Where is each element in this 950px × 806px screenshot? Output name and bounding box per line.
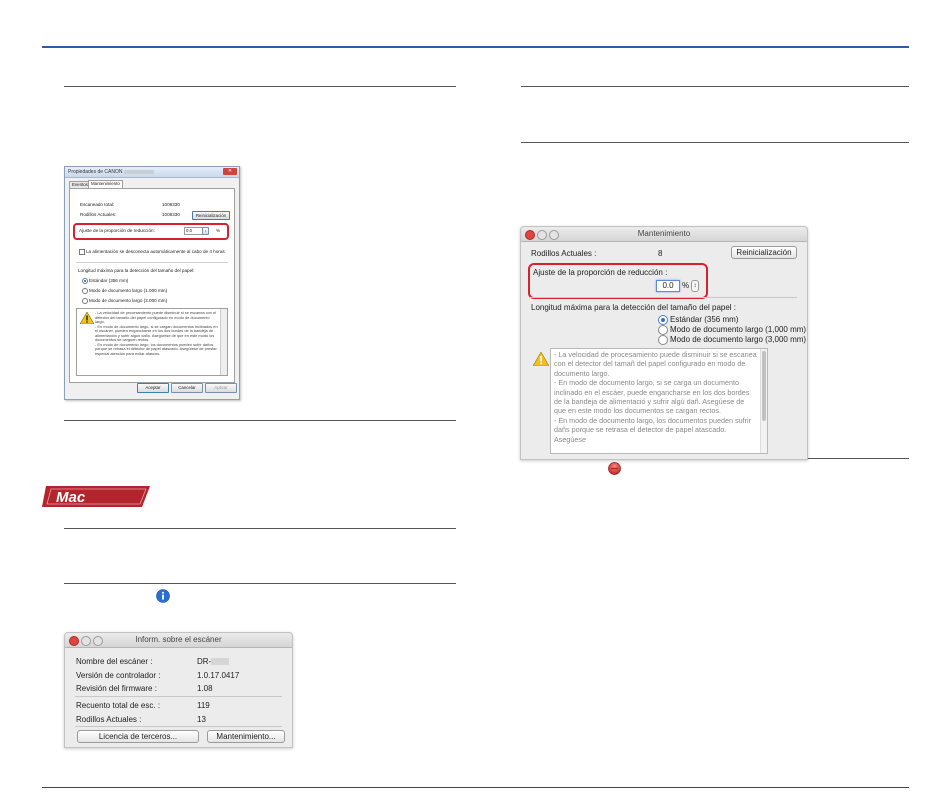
rollers-label: Rodillos Actuales : [531,249,597,258]
info-label: Versión de controlador : [76,671,161,680]
warning-icon [533,352,549,366]
info-label: Recuento total de esc. : [76,701,161,710]
divider [521,142,909,143]
info-value: 1.08 [197,684,213,693]
rollers-value: 1008330 [162,212,180,217]
info-value: 13 [197,715,206,724]
power-off-checkbox[interactable] [79,249,85,255]
stepper-icon[interactable]: ↕ [691,280,699,292]
note-box: - La velocidad de procesamiento puede di… [76,308,228,376]
total-scans-label: Escaneado total: [80,202,115,207]
reset-button[interactable]: Reinicialización [192,211,230,220]
info-icon [156,589,170,603]
header-rule [42,46,909,48]
power-off-label: La alimentación se desconecta automática… [86,249,225,254]
dialog-titlebar: Propiedades de CANON ✕ [65,167,239,178]
radio-long-1000-label: Modo de documento largo (1.000 mm) [89,288,168,293]
total-scans-value: 1008330 [162,202,180,207]
radio-long-3000-label: Modo de documento largo (3,000 mm) [670,335,807,344]
info-label: Rodillos Actuales : [76,715,142,724]
reduction-label: Ajuste de la proporción de reducción: [79,228,155,233]
radio-standard-label: Estándar (356 mm) [670,315,739,324]
divider [76,262,228,263]
window-title: Mantenimiento [637,229,691,238]
divider [75,696,282,697]
license-button[interactable]: Licencia de terceros... [77,730,199,743]
reduction-input[interactable]: 0.0 [656,280,680,292]
maintenance-panel: Escaneado total: 1008330 Rodillos Actual… [69,188,235,383]
windows-properties-dialog: Propiedades de CANON ✕ Eventos Mantenimi… [64,166,240,400]
reduction-label: Ajuste de la proporción de reducción : [533,268,668,277]
mac-badge: Mac [42,486,150,507]
cancel-button[interactable]: Cancelar [171,383,203,393]
note-text: - La velocidad de procesamiento puede di… [554,350,757,444]
window-titlebar: Inform. sobre el escáner [65,633,292,648]
mac-maintenance-window: Mantenimiento Rodillos Actuales : 8 Rein… [520,226,808,460]
radio-standard[interactable] [658,315,668,325]
info-label: Revisión del firmware : [76,684,157,693]
divider [521,86,909,87]
reduction-unit: % [682,281,690,290]
note-text: - La velocidad de procesamiento puede di… [95,310,218,356]
accept-button[interactable]: Aceptar [137,383,169,393]
divider [64,420,456,421]
dialog-title: Propiedades de CANON [68,169,155,175]
divider [75,726,282,727]
apply-button[interactable]: Aplicar [205,383,237,393]
info-label: Nombre del escáner : [76,657,153,666]
scrollbar[interactable] [220,309,227,375]
divider [64,583,456,584]
length-label: Longitud máxima para la detección del ta… [78,268,195,273]
radio-long-3000[interactable] [658,335,668,345]
scrollbar[interactable] [760,349,767,453]
footer-rule [42,787,909,788]
info-value: 1.0.17.0417 [197,671,240,680]
reduction-unit: % [216,228,221,233]
info-value: DR- [197,657,230,666]
stepper-icon[interactable]: ↕ [202,227,209,235]
mac-scanner-info-window: Inform. sobre el escáner Nombre del escá… [64,632,293,748]
info-value: 119 [197,701,210,710]
note-box: - La velocidad de procesamiento puede di… [550,348,768,454]
window-title: Inform. sobre el escáner [135,635,222,644]
reduction-input[interactable]: 0.0 [184,227,203,235]
radio-long-3000-label: Modo de documento largo (3.000 mm) [89,298,168,303]
divider [529,297,797,298]
reset-button[interactable]: Reinicialización [731,246,797,259]
radio-long-1000[interactable] [82,288,88,294]
close-icon[interactable]: ✕ [223,168,237,175]
radio-long-1000-label: Modo de documento largo (1,000 mm) [670,325,807,334]
radio-standard-label: Estándar (356 mm) [89,278,129,283]
radio-long-3000[interactable] [82,298,88,304]
red-close-button-icon [608,462,621,475]
mac-badge-label: Mac [56,489,86,506]
length-label: Longitud máxima para la detección del ta… [531,303,737,312]
maintenance-button[interactable]: Mantenimiento... [207,730,285,743]
warning-icon [80,312,94,324]
radio-long-1000[interactable] [658,325,668,335]
rollers-value: 8 [658,249,663,258]
tab-mantenimiento[interactable]: Mantenimiento [88,180,123,188]
rollers-label: Rodillos Actuales: [80,212,117,217]
window-titlebar: Mantenimiento [521,227,807,242]
divider [64,528,456,529]
radio-standard[interactable] [82,278,88,284]
divider [64,86,456,87]
